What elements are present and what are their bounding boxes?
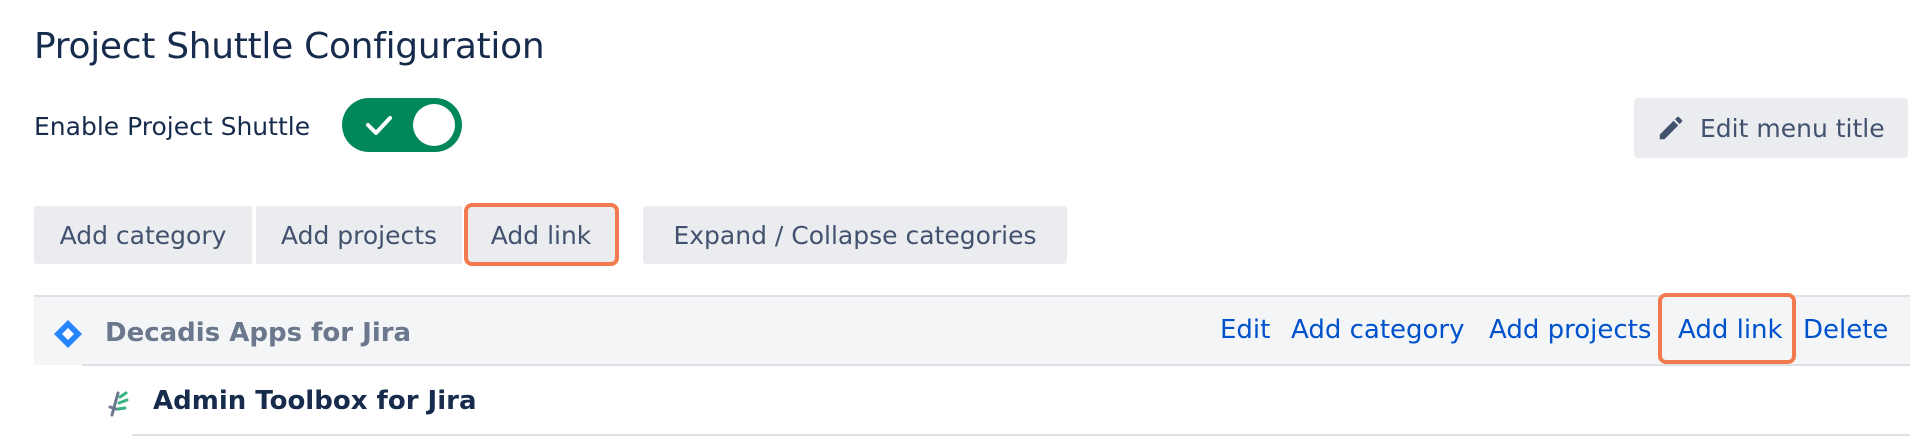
expand-collapse-button[interactable]: Expand / Collapse categories — [643, 206, 1067, 264]
add-category-button[interactable]: Add category — [34, 206, 252, 264]
category-add-projects-link[interactable]: Add projects — [1489, 315, 1651, 345]
add-projects-button[interactable]: Add projects — [256, 206, 462, 264]
category-edit-link[interactable]: Edit — [1220, 315, 1270, 345]
category-name: Decadis Apps for Jira — [105, 318, 412, 348]
pencil-icon — [1659, 116, 1683, 140]
enable-toggle[interactable] — [342, 98, 462, 152]
category-row-divider — [82, 364, 1910, 366]
category-add-category-link[interactable]: Add category — [1291, 315, 1465, 345]
list-item-divider — [132, 434, 1910, 436]
page-title: Project Shuttle Configuration — [34, 26, 545, 67]
edit-menu-title-button[interactable]: Edit menu title — [1634, 98, 1908, 158]
add-link-button[interactable]: Add link — [466, 206, 616, 264]
toggle-knob — [413, 104, 455, 146]
edit-menu-title-label: Edit menu title — [1700, 113, 1885, 143]
enable-label: Enable Project Shuttle — [34, 112, 311, 141]
jira-icon — [54, 320, 82, 348]
check-icon — [366, 116, 392, 135]
list-item-name: Admin Toolbox for Jira — [153, 386, 477, 416]
category-delete-link[interactable]: Delete — [1803, 315, 1888, 345]
app-logo-icon — [108, 391, 129, 417]
category-add-link-link[interactable]: Add link — [1678, 315, 1783, 345]
